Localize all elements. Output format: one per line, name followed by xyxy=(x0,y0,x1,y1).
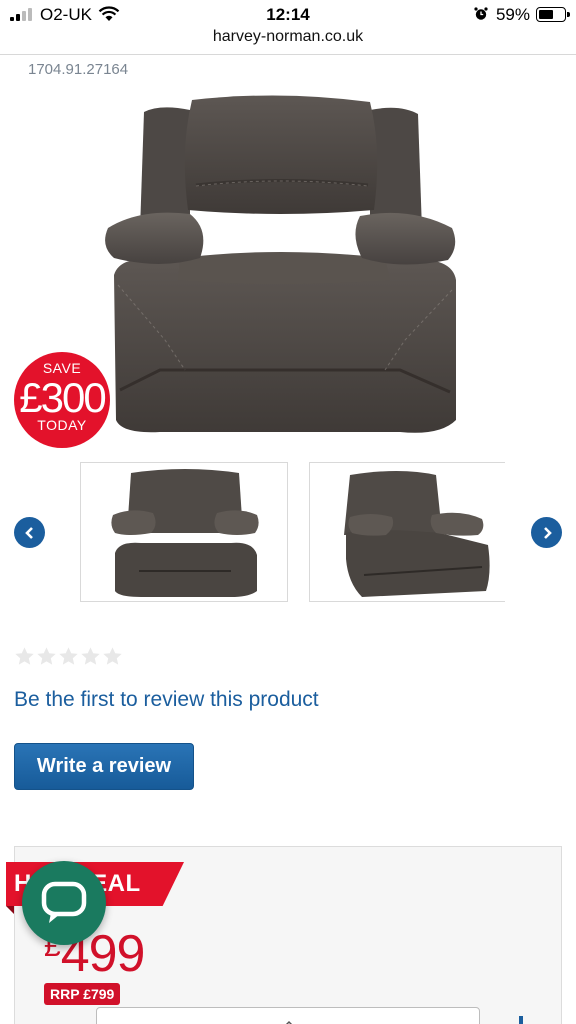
carousel-prev-button[interactable] xyxy=(14,517,45,548)
rrp-badge: RRP £799 xyxy=(44,983,121,1005)
side-indicator xyxy=(519,1016,523,1024)
save-badge: SAVE £300 TODAY xyxy=(14,352,110,448)
address-bar-divider xyxy=(0,54,576,55)
alarm-icon xyxy=(474,7,488,20)
product-main-image[interactable] xyxy=(100,90,465,440)
deal-banner-fold xyxy=(6,906,14,914)
product-thumbnail-image xyxy=(111,469,259,597)
product-thumbnail[interactable] xyxy=(309,462,505,602)
product-thumbnail-image xyxy=(344,471,490,597)
battery-icon xyxy=(536,7,570,22)
star-icon xyxy=(59,647,78,665)
save-badge-suffix: TODAY xyxy=(37,417,87,433)
save-badge-amount: £300 xyxy=(19,374,106,421)
chevron-right-icon xyxy=(543,526,552,539)
chat-bubble-icon xyxy=(41,881,87,923)
first-review-link[interactable]: Be the first to review this product xyxy=(14,688,319,712)
chevron-left-icon xyxy=(24,526,33,539)
live-chat-button[interactable] xyxy=(22,861,106,945)
battery-percent: 59% xyxy=(495,5,530,24)
product-thumbnail[interactable] xyxy=(80,462,288,602)
product-sku: 1704.91.27164 xyxy=(28,61,129,78)
chevron-up-icon xyxy=(285,1020,293,1024)
star-icon xyxy=(103,647,122,665)
rating-stars xyxy=(14,646,123,667)
status-bar: O2-UK 12:14 59% xyxy=(0,0,576,28)
write-review-button[interactable]: Write a review xyxy=(14,743,194,790)
clock: 12:14 xyxy=(266,5,310,24)
star-icon xyxy=(15,647,34,665)
star-icon xyxy=(37,647,56,665)
star-icon xyxy=(81,647,100,665)
address-bar-url[interactable]: harvey-norman.co.uk xyxy=(0,28,576,46)
carousel-next-button[interactable] xyxy=(531,517,562,548)
